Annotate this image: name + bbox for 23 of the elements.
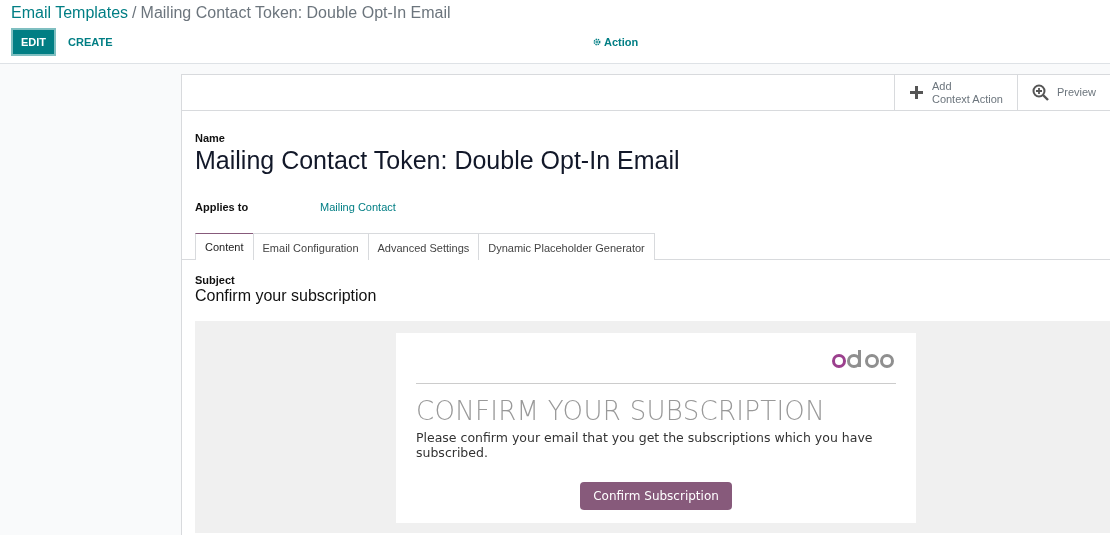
- logo: [832, 349, 894, 369]
- tab[interactable]: Advanced Settings: [367, 233, 480, 260]
- tab[interactable]: Email Configuration: [252, 233, 369, 260]
- email-heading: CONFIRM YOUR SUBSCRIPTION: [416, 396, 826, 426]
- breadcrumb-separator: /: [132, 4, 137, 22]
- create-button[interactable]: CREATE: [60, 28, 121, 56]
- edit-button[interactable]: EDIT: [11, 28, 57, 56]
- field-label: Subject: [195, 274, 236, 286]
- action-menu[interactable]: Action: [593, 36, 639, 48]
- model-link[interactable]: Mailing Contact: [320, 201, 396, 213]
- tab[interactable]: Content: [195, 233, 254, 260]
- email-text: Please confirm your email that you get the subscriptions which you have subscribed.: [416, 430, 874, 460]
- field-label: Applies to: [195, 201, 250, 213]
- breadcrumb-current: Mailing Contact Token: Double Opt-In Email: [140, 4, 451, 22]
- gear-icon: [593, 38, 601, 46]
- confirm-subscription-button[interactable]: Confirm Subscription: [580, 482, 732, 510]
- tab[interactable]: Dynamic Placeholder Generator: [478, 233, 655, 260]
- breadcrumb-link[interactable]: Email Templates: [11, 4, 129, 22]
- record-name: Mailing Contact Token: Double Opt-In Email: [195, 146, 681, 175]
- subject-value: Confirm your subscription: [195, 287, 378, 305]
- zoom-in-icon: [1031, 84, 1049, 101]
- plus-icon: [908, 85, 924, 100]
- field-label: Name: [195, 132, 226, 144]
